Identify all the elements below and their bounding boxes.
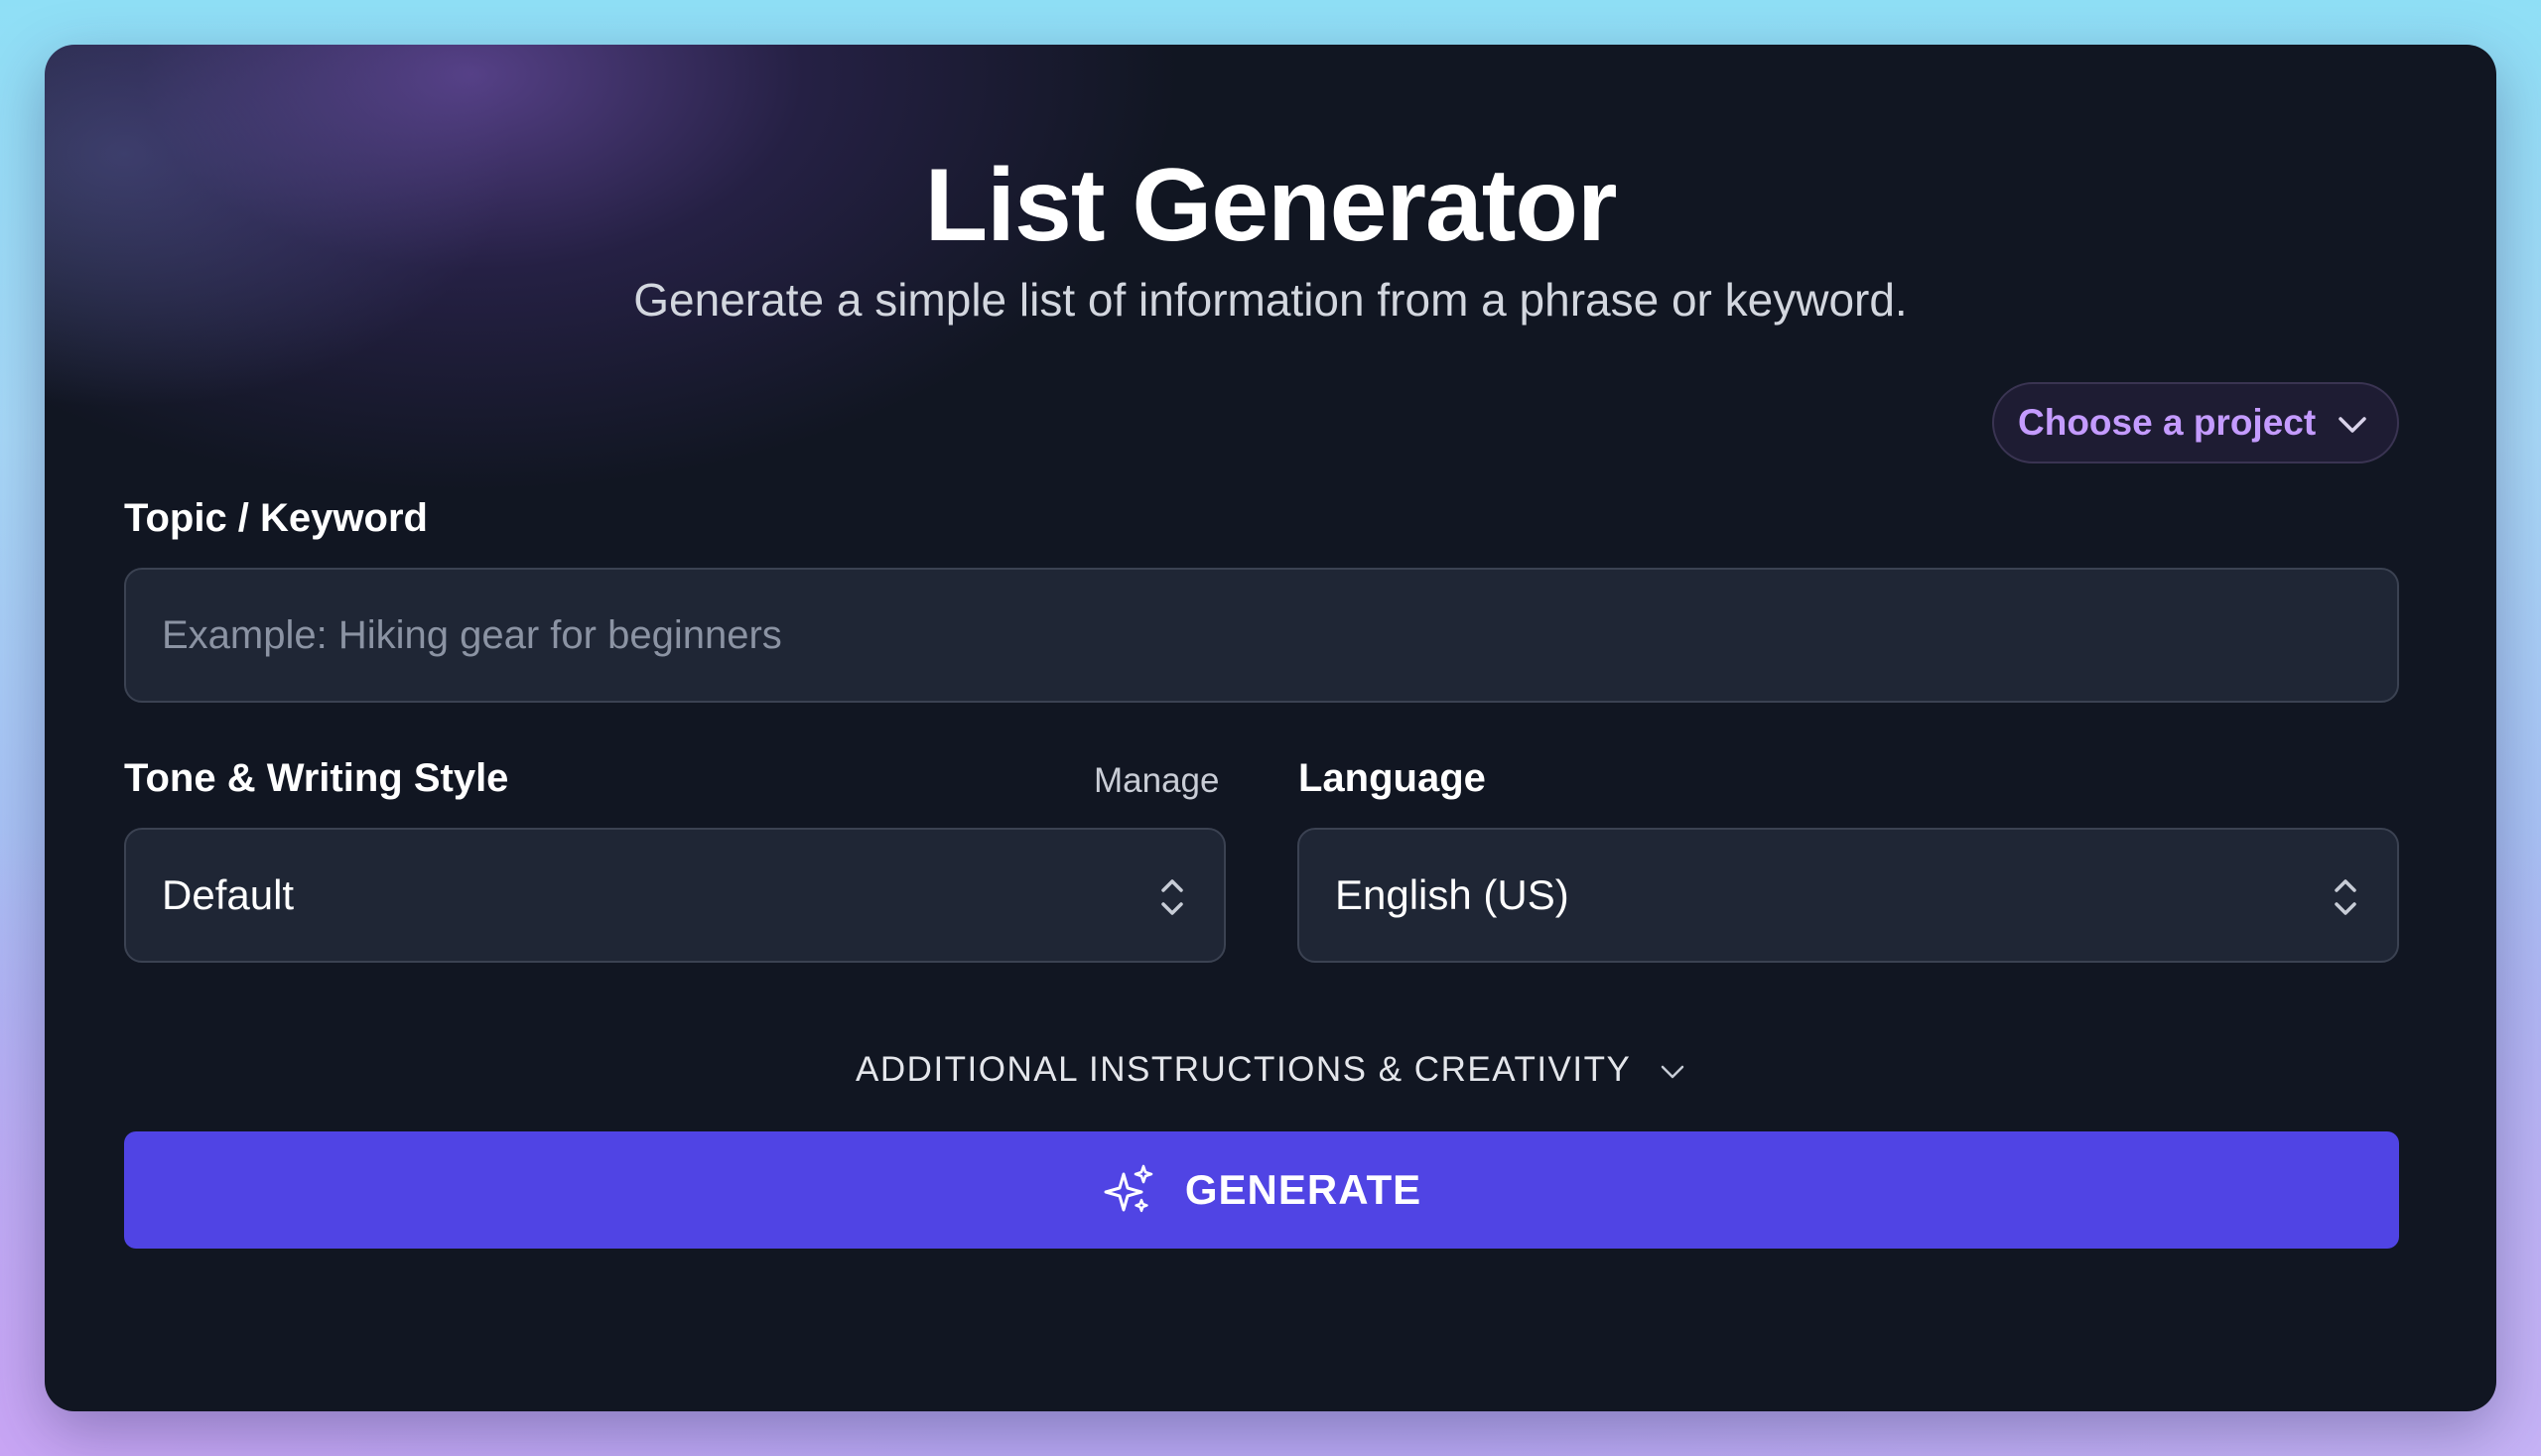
- chevron-up-down-icon: [2335, 879, 2356, 915]
- additional-instructions-toggle[interactable]: ADDITIONAL INSTRUCTIONS & CREATIVITY: [45, 1050, 2496, 1090]
- topic-label: Topic / Keyword: [124, 496, 428, 540]
- chevron-down-icon: [1661, 1065, 1684, 1078]
- generate-button[interactable]: GENERATE: [124, 1131, 2399, 1249]
- choose-project-label: Choose a project: [2018, 402, 2317, 443]
- chevron-down-icon: [2339, 417, 2366, 433]
- language-select[interactable]: English (US): [1297, 828, 2399, 963]
- language-label: Language: [1298, 756, 1486, 800]
- additional-instructions-label: ADDITIONAL INSTRUCTIONS & CREATIVITY: [856, 1050, 1631, 1089]
- generate-label: GENERATE: [1184, 1166, 1422, 1213]
- language-select-value: English (US): [1335, 871, 1569, 918]
- choose-project-dropdown[interactable]: Choose a project: [1992, 382, 2399, 463]
- chevron-up-down-icon: [1161, 879, 1183, 915]
- topic-input[interactable]: [124, 568, 2399, 703]
- page-title: List Generator: [924, 148, 1618, 263]
- manage-tones-link[interactable]: Manage: [1094, 761, 1219, 801]
- list-generator-card: List Generator Generate a simple list of…: [45, 45, 2496, 1411]
- tone-label: Tone & Writing Style: [124, 756, 509, 800]
- tone-select-value: Default: [162, 871, 295, 918]
- page-subtitle: Generate a simple list of information fr…: [633, 274, 1908, 326]
- tone-select[interactable]: Default: [124, 828, 1226, 963]
- sparkles-icon: [1104, 1164, 1153, 1213]
